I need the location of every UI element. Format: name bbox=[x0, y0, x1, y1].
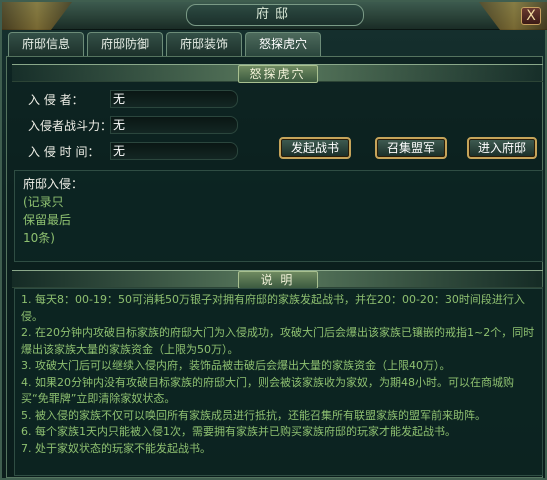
declare-war-button[interactable]: 发起战书 bbox=[279, 137, 351, 159]
tab-raid[interactable]: 怒探虎穴 bbox=[245, 32, 321, 56]
invasion-log-note: (记录只保留最后10条) bbox=[23, 195, 72, 245]
invasion-log-label: 府邸入侵： bbox=[23, 177, 84, 191]
tab-mansion-decoration[interactable]: 府邸装饰 bbox=[166, 32, 242, 56]
invader-power-row: 入侵者战斗力： 无 bbox=[28, 116, 238, 134]
rules-panel: 1. 每天8：00-19：50可消耗50万银子对拥有府邸的家族发起战书，并在20… bbox=[14, 288, 543, 476]
invader-value: 无 bbox=[110, 90, 238, 108]
tab-mansion-defense[interactable]: 府邸防御 bbox=[87, 32, 163, 56]
title-ornament-left bbox=[2, 2, 72, 30]
close-button[interactable]: X bbox=[521, 7, 541, 25]
rule-item: 7. 处于家奴状态的玩家不能发起战书。 bbox=[21, 441, 211, 455]
invader-label: 入 侵 者： bbox=[28, 92, 84, 107]
invasion-log-panel: 府邸入侵： (记录只保留最后10条) bbox=[14, 170, 543, 262]
title-bar[interactable]: 府邸 X bbox=[2, 2, 547, 30]
close-icon: X bbox=[526, 8, 536, 24]
rule-item: 6. 每个家族1天内只能被入侵1次，需要拥有家族并已购买家族府邸的玩家才能发起战… bbox=[21, 425, 456, 438]
invade-time-value: 无 bbox=[110, 142, 238, 160]
rule-item: 5. 被入侵的家族不仅可以唤回所有家族成员进行抵抗，还能召集所有联盟家族的盟军前… bbox=[21, 408, 486, 422]
rules-section-title: 说 明 bbox=[237, 271, 318, 289]
rule-item: 3. 攻破大门后可以继续入侵内府，装饰品被击破后会爆出大量的家族资金（上限40万… bbox=[21, 359, 451, 372]
window-title: 府邸 bbox=[186, 4, 364, 26]
family-mansion-window: 府邸 X 府邸信息 府邸防御 府邸装饰 怒探虎穴 怒探虎穴 入 侵 者： 无 入… bbox=[0, 0, 547, 480]
summon-allies-button[interactable]: 召集盟军 bbox=[375, 137, 447, 159]
invade-time-label: 入 侵 时 间： bbox=[28, 144, 100, 159]
rules-section-header: 说 明 bbox=[12, 270, 543, 289]
rule-item: 2. 在20分钟内攻破目标家族的府邸大门为入侵成功，攻破大门后会爆出该家族已镶嵌… bbox=[21, 326, 535, 356]
rule-item: 4. 如果20分钟内没有攻破目标家族的府邸大门，则会被该家族收为家奴，为期48小… bbox=[21, 375, 514, 406]
invader-row: 入 侵 者： 无 bbox=[28, 90, 238, 108]
invade-time-row: 入 侵 时 间： 无 bbox=[28, 142, 238, 160]
rule-item: 1. 每天8：00-19：50可消耗50万银子对拥有府邸的家族发起战书，并在20… bbox=[21, 293, 525, 323]
tab-bar: 府邸信息 府邸防御 府邸装饰 怒探虎穴 bbox=[8, 32, 321, 56]
tab-mansion-info[interactable]: 府邸信息 bbox=[8, 32, 84, 56]
enter-mansion-button[interactable]: 进入府邸 bbox=[467, 137, 537, 159]
invade-section-title: 怒探虎穴 bbox=[237, 65, 318, 83]
invader-power-value: 无 bbox=[110, 116, 238, 134]
invader-power-label: 入侵者战斗力： bbox=[28, 118, 113, 133]
invade-section-header: 怒探虎穴 bbox=[12, 64, 543, 83]
